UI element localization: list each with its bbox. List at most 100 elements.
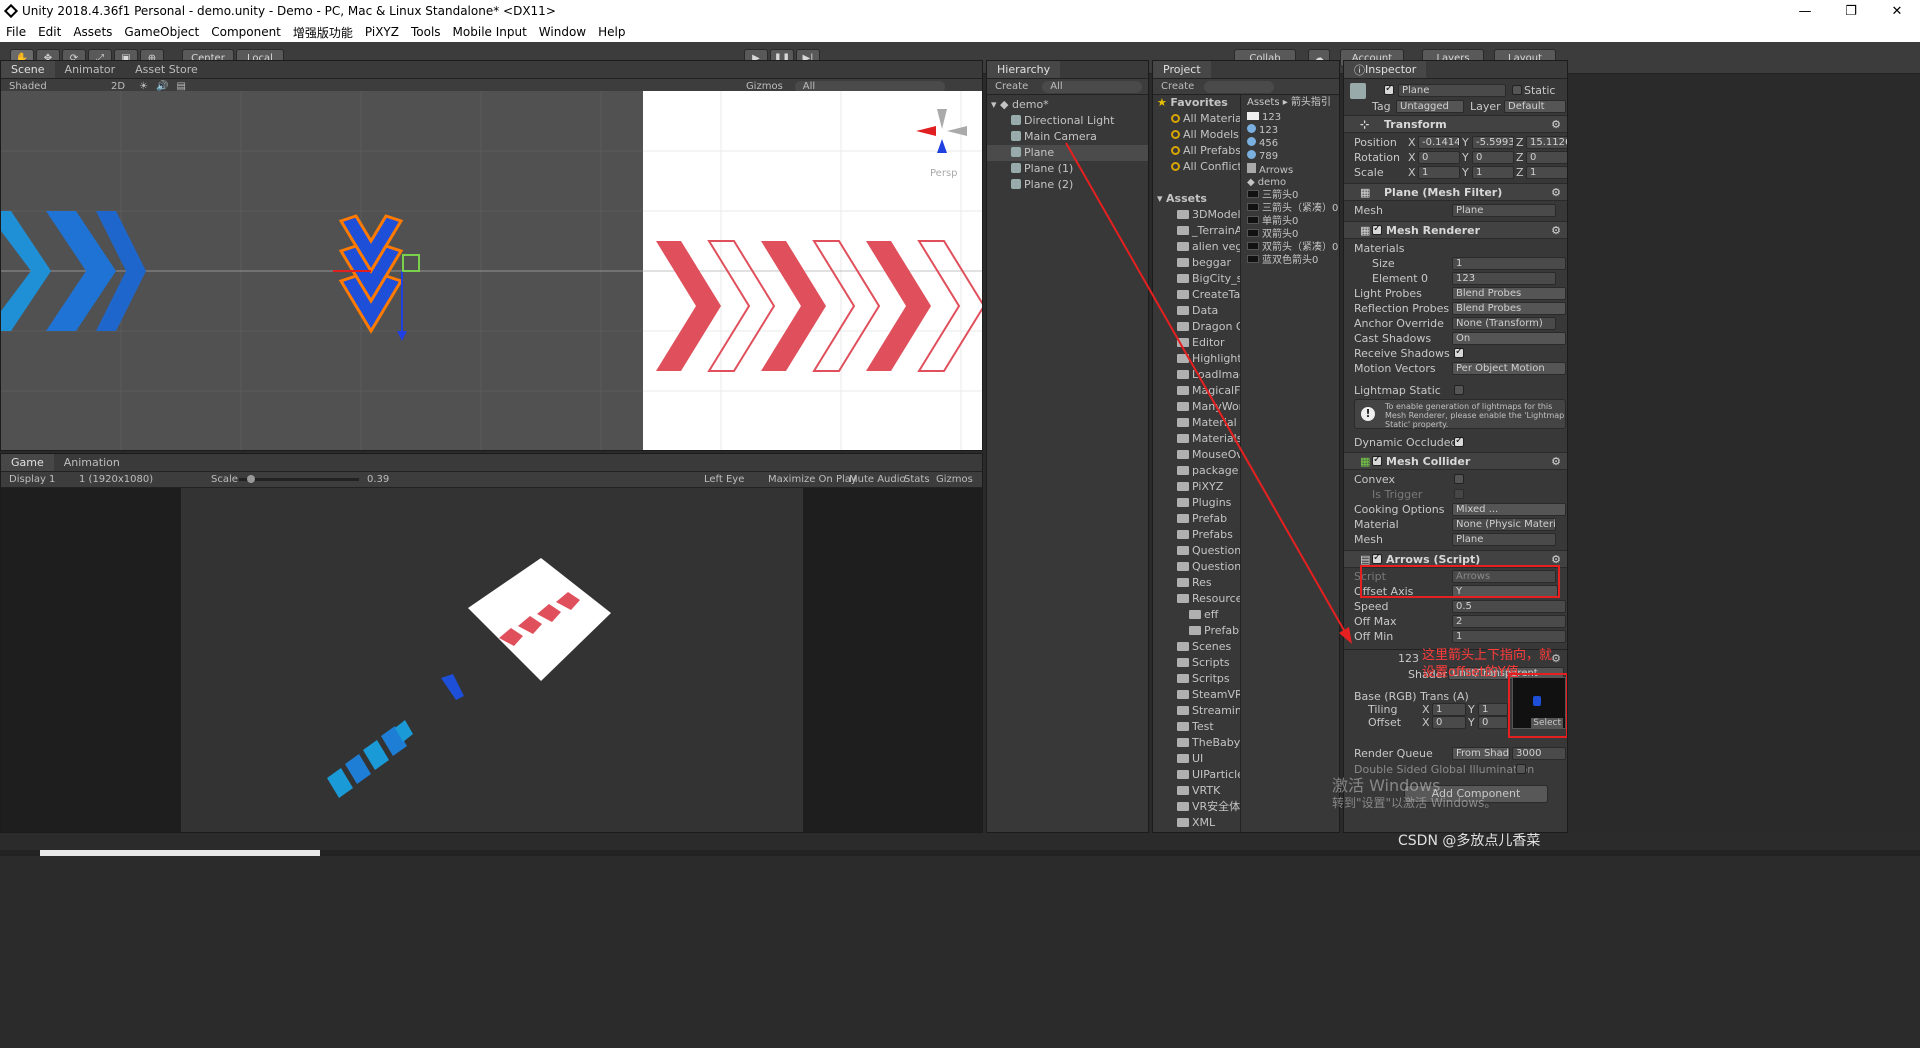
list-item-selected[interactable]: Plane: [987, 145, 1148, 161]
list-item[interactable]: Plane (1): [987, 161, 1148, 177]
size-field[interactable]: 1: [1452, 257, 1566, 270]
assets-root[interactable]: ▾ Assets: [1153, 191, 1240, 207]
minimize-button[interactable]: —: [1782, 0, 1828, 22]
maximize-on-play-toggle[interactable]: Maximize On Play: [768, 474, 857, 485]
file-item[interactable]: ◆ demo: [1243, 176, 1339, 189]
rotation-y-field[interactable]: 0: [1472, 151, 1514, 164]
reflection-probes-dropdown[interactable]: Blend Probes: [1452, 302, 1566, 315]
folder-item[interactable]: alien veg: [1153, 239, 1240, 255]
folder-item[interactable]: Scenes: [1153, 639, 1240, 655]
light-probes-dropdown[interactable]: Blend Probes: [1452, 287, 1566, 300]
file-item[interactable]: 双箭头（紧凑）0: [1243, 241, 1339, 254]
folder-item[interactable]: QuestionUI: [1153, 559, 1240, 575]
left-eye-dropdown[interactable]: Left Eye: [704, 474, 744, 485]
folder-item[interactable]: XML: [1153, 815, 1240, 831]
collider-mesh-field[interactable]: Plane: [1452, 533, 1556, 546]
list-item[interactable]: Directional Light: [987, 113, 1148, 129]
menu-assets[interactable]: Assets: [67, 25, 118, 39]
bottom-scrollbar[interactable]: [0, 850, 1920, 856]
tab-scene[interactable]: Scene: [1, 61, 55, 78]
folder-item[interactable]: Highlightin: [1153, 351, 1240, 367]
favorite-item[interactable]: All Conflict: [1153, 159, 1240, 175]
mesh-filter-header[interactable]: ▦ Plane (Mesh Filter) ⚙: [1344, 183, 1567, 201]
receive-shadows-checkbox[interactable]: [1454, 346, 1464, 358]
component-settings-icon[interactable]: ⚙: [1551, 118, 1561, 131]
list-item[interactable]: Plane (2): [987, 177, 1148, 193]
project-search-input[interactable]: [1204, 80, 1275, 93]
file-item[interactable]: Arrows: [1243, 163, 1339, 176]
convex-checkbox[interactable]: [1454, 474, 1464, 484]
tab-hierarchy[interactable]: Hierarchy: [987, 61, 1061, 78]
menu-edit[interactable]: Edit: [32, 25, 67, 39]
menu-enhanced[interactable]: 增强版功能: [287, 24, 359, 41]
tab-animator[interactable]: Animator: [55, 61, 126, 78]
folder-item[interactable]: Data: [1153, 303, 1240, 319]
hierarchy-scene-row[interactable]: ▾ ◆ demo*: [987, 97, 1148, 113]
menu-component[interactable]: Component: [205, 25, 287, 39]
menu-tools[interactable]: Tools: [405, 25, 447, 39]
menu-gameobject[interactable]: GameObject: [118, 25, 205, 39]
folder-item[interactable]: Dragon Og: [1153, 319, 1240, 335]
close-button[interactable]: ✕: [1874, 0, 1920, 22]
off-max-field[interactable]: 2: [1452, 615, 1566, 628]
folder-item[interactable]: MouseOver: [1153, 447, 1240, 463]
folder-item[interactable]: Prefab: [1153, 623, 1240, 639]
double-sided-gi-checkbox[interactable]: [1516, 764, 1526, 774]
project-create-dropdown[interactable]: Create: [1161, 81, 1194, 92]
cast-shadows-dropdown[interactable]: On: [1452, 332, 1566, 345]
folder-item[interactable]: Streaming: [1153, 703, 1240, 719]
collider-material-field[interactable]: None (Physic Materi: [1452, 518, 1556, 531]
hierarchy-create-dropdown[interactable]: Create: [995, 81, 1028, 92]
component-settings-icon[interactable]: ⚙: [1551, 652, 1561, 665]
menu-file[interactable]: File: [0, 25, 32, 39]
mesh-collider-enabled-checkbox[interactable]: [1372, 454, 1382, 466]
scrollbar-thumb[interactable]: [40, 850, 320, 856]
file-item[interactable]: 456: [1243, 137, 1339, 150]
scale-y-field[interactable]: 1: [1472, 166, 1514, 179]
mesh-collider-header[interactable]: ▦ Mesh Collider ⚙: [1344, 452, 1567, 470]
speed-field[interactable]: 0.5: [1452, 600, 1566, 613]
component-settings-icon[interactable]: ⚙: [1551, 455, 1561, 468]
is-trigger-checkbox[interactable]: [1454, 489, 1464, 499]
position-x-field[interactable]: -0.1414: [1418, 136, 1460, 149]
favorite-item[interactable]: All Prefabs: [1153, 143, 1240, 159]
folder-item[interactable]: Res: [1153, 575, 1240, 591]
component-settings-icon[interactable]: ⚙: [1551, 224, 1561, 237]
game-viewport[interactable]: [1, 488, 983, 833]
folder-item[interactable]: package: [1153, 463, 1240, 479]
arrows-enabled-checkbox[interactable]: [1372, 552, 1382, 564]
tab-animation[interactable]: Animation: [54, 454, 130, 471]
position-y-field[interactable]: -5.5993: [1472, 136, 1514, 149]
folder-item[interactable]: VRTK: [1153, 783, 1240, 799]
stats-toggle[interactable]: Stats: [904, 474, 930, 485]
tab-asset-store[interactable]: Asset Store: [125, 61, 208, 78]
cooking-options-dropdown[interactable]: Mixed ...: [1452, 503, 1566, 516]
menu-pixyz[interactable]: PiXYZ: [359, 25, 405, 39]
folder-item[interactable]: VR安全体验: [1153, 799, 1240, 815]
folder-item[interactable]: LoadImage: [1153, 367, 1240, 383]
scale-slider-thumb[interactable]: [247, 475, 255, 483]
favorite-item[interactable]: All Materia: [1153, 111, 1240, 127]
folder-item[interactable]: Plugins: [1153, 495, 1240, 511]
folder-item[interactable]: TheBaby: [1153, 735, 1240, 751]
tab-project[interactable]: Project: [1153, 61, 1211, 78]
folder-item[interactable]: 3DModels: [1153, 207, 1240, 223]
favorites-section[interactable]: ★ Favorites: [1153, 95, 1240, 111]
folder-item[interactable]: PiXYZ: [1153, 479, 1240, 495]
file-item[interactable]: 123: [1243, 124, 1339, 137]
folder-item[interactable]: _TerrainAu: [1153, 223, 1240, 239]
element0-field[interactable]: 123: [1452, 272, 1556, 285]
render-queue-field[interactable]: 3000: [1512, 747, 1566, 760]
folder-item[interactable]: MagicalFx2: [1153, 383, 1240, 399]
rotation-x-field[interactable]: 0: [1418, 151, 1460, 164]
menu-help[interactable]: Help: [592, 25, 631, 39]
file-item[interactable]: 蓝双色箭头0: [1243, 254, 1339, 267]
folder-item[interactable]: UIParticles: [1153, 767, 1240, 783]
file-item[interactable]: 三箭头0: [1243, 189, 1339, 202]
file-item[interactable]: 单箭头0: [1243, 215, 1339, 228]
folder-item[interactable]: Resources: [1153, 591, 1240, 607]
anchor-override-field[interactable]: None (Transform): [1452, 317, 1556, 330]
menu-mobile-input[interactable]: Mobile Input: [447, 25, 533, 39]
render-queue-dropdown[interactable]: From Shader: [1452, 747, 1510, 760]
mesh-field[interactable]: Plane: [1452, 204, 1556, 217]
